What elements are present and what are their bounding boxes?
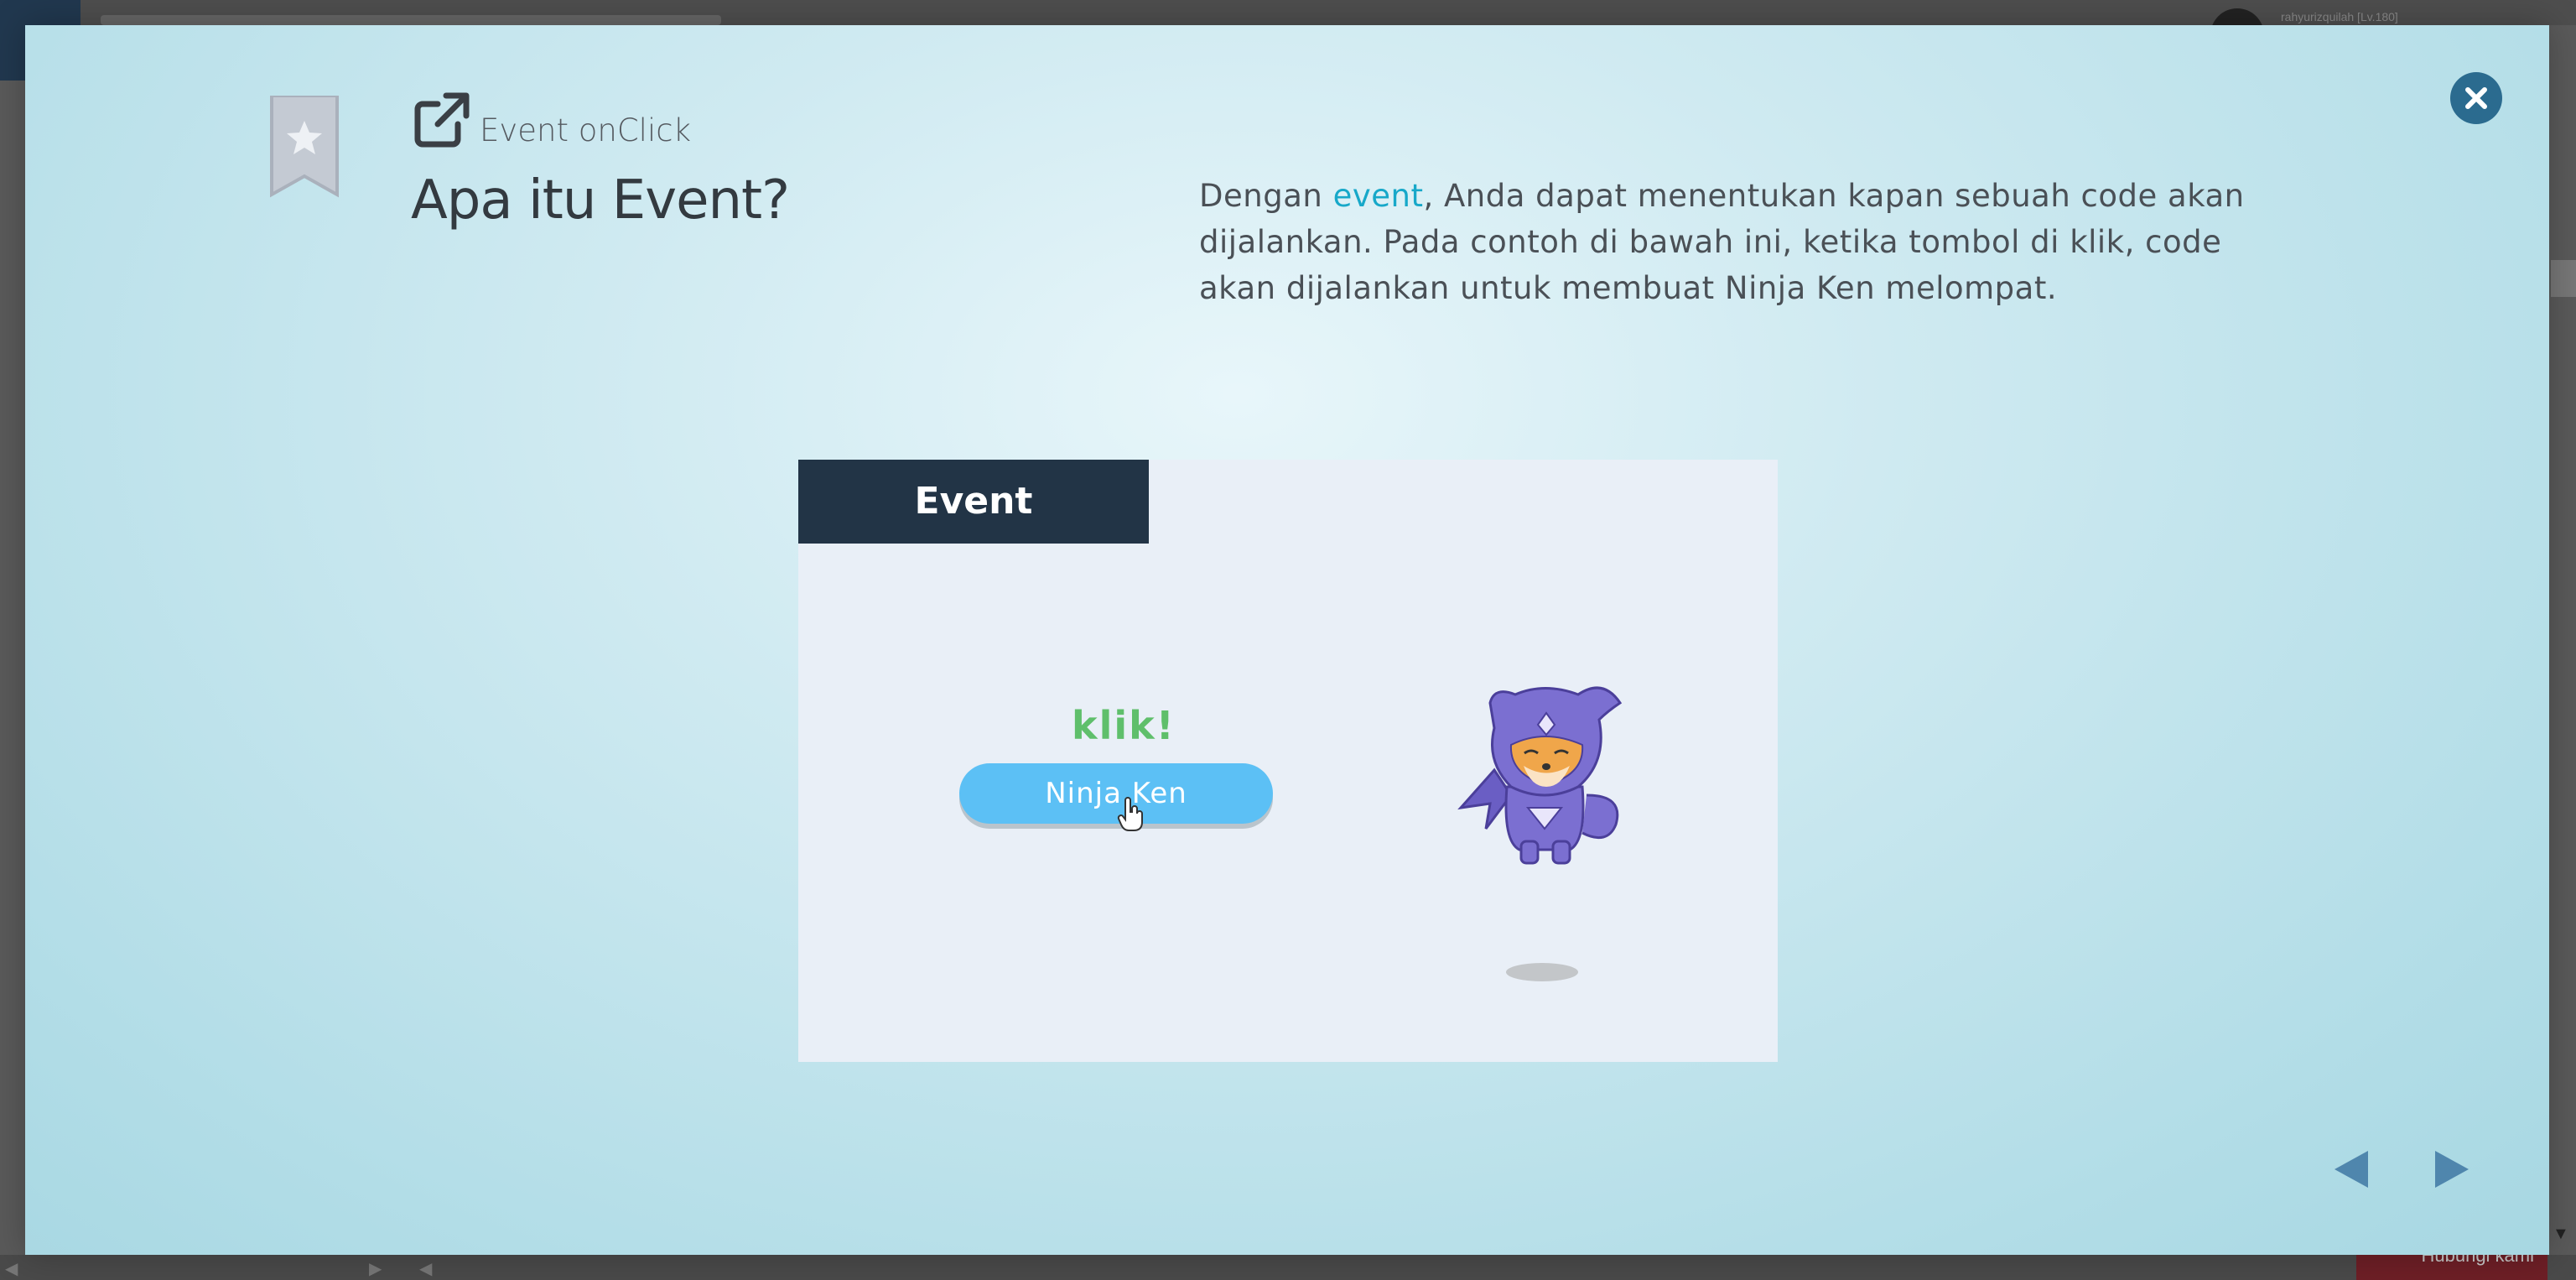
background-scroll-left-icon: ◀ bbox=[5, 1260, 18, 1278]
next-slide-button[interactable] bbox=[2428, 1146, 2475, 1193]
lesson-description: Dengan event, Anda dapat menentukan kapa… bbox=[1199, 173, 2289, 311]
bookmark-star-icon[interactable] bbox=[268, 96, 340, 198]
description-highlight: event bbox=[1332, 178, 1424, 214]
close-icon bbox=[2465, 87, 2487, 109]
ninja-ken-button[interactable]: Ninja Ken bbox=[959, 763, 1273, 824]
click-text: klik! bbox=[1072, 703, 1176, 748]
arrow-right-icon bbox=[2435, 1151, 2469, 1188]
background-scroll-left-icon-2: ◀ bbox=[419, 1260, 433, 1278]
lesson-title: Apa itu Event? bbox=[411, 169, 790, 232]
demo-tab-label: Event bbox=[798, 460, 1149, 544]
description-prefix: Dengan bbox=[1199, 178, 1333, 214]
previous-slide-button[interactable] bbox=[2328, 1146, 2375, 1193]
background-bottom-bar bbox=[0, 1255, 2576, 1280]
ninja-ken-character bbox=[1457, 686, 1623, 865]
arrow-left-icon bbox=[2334, 1151, 2368, 1188]
background-scroll-right-icon: ▶ bbox=[369, 1260, 382, 1278]
external-link-icon bbox=[414, 92, 470, 148]
demo-panel: Event klik! Ninja Ken bbox=[798, 460, 1778, 1062]
background-scrollbar-thumb bbox=[2551, 260, 2576, 297]
background-scroll-down-icon: ▼ bbox=[2553, 1225, 2569, 1243]
lesson-modal: Event onClick Apa itu Event? Dengan even… bbox=[25, 25, 2549, 1255]
hand-cursor-icon bbox=[1117, 797, 1143, 831]
background-user-label: rahyurizquilah [Lv.180] bbox=[2281, 10, 2398, 23]
lesson-subtitle: Event onClick bbox=[480, 112, 692, 148]
background-search-bar bbox=[101, 15, 721, 25]
close-button[interactable] bbox=[2450, 72, 2502, 124]
character-shadow bbox=[1506, 963, 1578, 981]
